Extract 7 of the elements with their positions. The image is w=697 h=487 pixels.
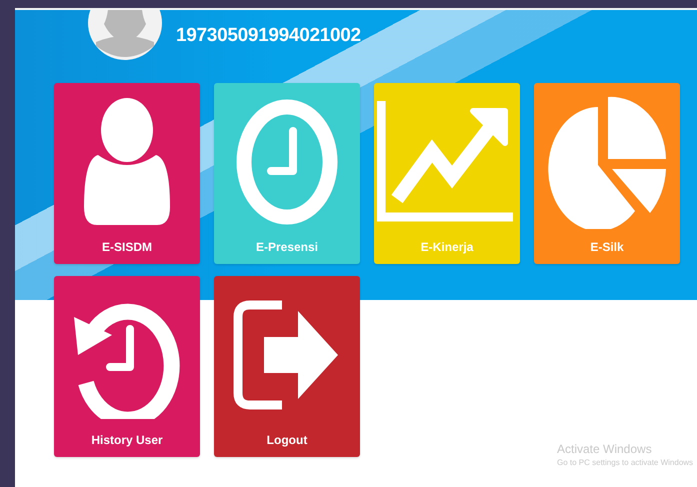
app-tile[interactable]: E-SISDM xyxy=(54,83,200,264)
user-id: 197305091994021002 xyxy=(176,25,361,47)
pie-chart-icon xyxy=(546,94,668,228)
person-icon xyxy=(82,96,172,226)
app-tile[interactable]: History User xyxy=(54,276,200,457)
app-tile[interactable]: Logout xyxy=(214,276,360,457)
clock-icon xyxy=(235,98,339,224)
